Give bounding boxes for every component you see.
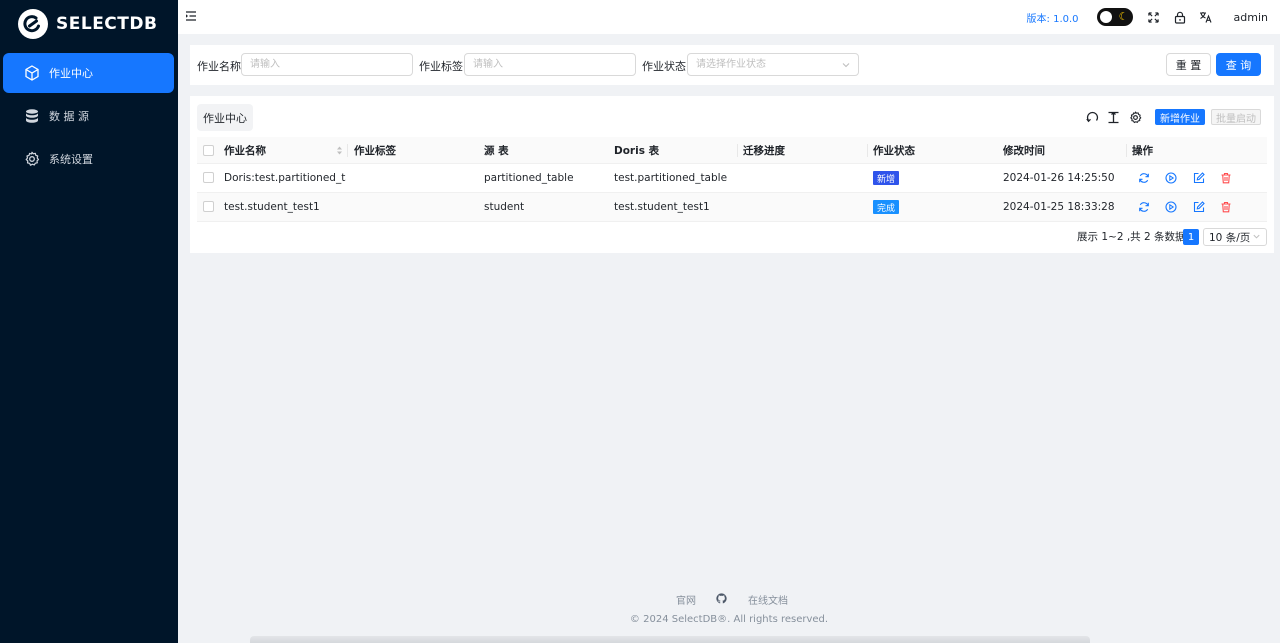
column-header-actions: 操作 <box>1132 144 1153 157</box>
job-tag-label: 作业标签 <box>419 60 463 73</box>
row-status: 完成 <box>873 193 900 221</box>
delete-icon[interactable] <box>1220 172 1232 184</box>
batch-start-button[interactable]: 批量启动 <box>1211 109 1261 125</box>
column-divider <box>347 144 348 157</box>
row-status: 新增 <box>873 164 900 192</box>
brand-logo[interactable]: SELECTDB <box>0 0 178 48</box>
select-all-checkbox[interactable] <box>203 145 214 156</box>
page-size-value: 10 条/页 <box>1209 231 1251 244</box>
database-icon <box>23 107 41 125</box>
edit-icon[interactable] <box>1193 201 1205 213</box>
menu-fold-icon[interactable] <box>185 10 199 24</box>
moon-icon: ☾ <box>1118 10 1129 23</box>
row-modified-time: 2024-01-25 18:33:28 <box>1003 201 1115 213</box>
sidebar-item-job-center[interactable]: 作业中心 <box>3 53 174 93</box>
query-button[interactable]: 查 询 <box>1216 53 1261 76</box>
sort-icon[interactable] <box>336 145 343 159</box>
sidebar: SELECTDB 作业中心 数 据 源 系统设置 <box>0 0 178 643</box>
bottom-edge-shadow <box>250 636 1090 643</box>
column-header-status: 作业状态 <box>873 144 915 157</box>
job-name-label: 作业名称 <box>197 60 241 73</box>
sidebar-item-label: 系统设置 <box>49 153 93 166</box>
column-header-doris: Doris 表 <box>614 144 660 157</box>
row-source-table: partitioned_table <box>484 172 574 184</box>
lock-icon[interactable] <box>1172 9 1188 25</box>
column-header-progress: 迁移进度 <box>743 144 785 157</box>
top-header: 版本: 1.0.0 ☾ admin <box>178 0 1280 34</box>
job-status-select[interactable]: 请选择作业状态 <box>687 53 859 76</box>
row-checkbox[interactable] <box>203 172 214 183</box>
github-icon[interactable] <box>716 593 727 607</box>
sidebar-item-label: 作业中心 <box>49 67 93 80</box>
cube-icon <box>23 64 41 82</box>
sidebar-item-label: 数 据 源 <box>49 110 89 123</box>
selectdb-logo-icon <box>18 9 48 39</box>
footer-link-official[interactable]: 官网 <box>676 592 696 607</box>
page-size-select[interactable]: 10 条/页 <box>1203 228 1267 246</box>
play-icon[interactable] <box>1165 201 1177 213</box>
table-header: 作业名称 作业标签 源 表 Doris 表 迁移进度 作业状态 修改时间 操作 <box>197 137 1267 164</box>
table-row[interactable]: test.student_test1 student test.student_… <box>197 193 1267 222</box>
column-height-icon[interactable] <box>1106 110 1120 124</box>
column-divider <box>737 144 738 157</box>
reset-button[interactable]: 重 置 <box>1166 53 1211 76</box>
edit-icon[interactable] <box>1193 172 1205 184</box>
copyright-text: © 2024 SelectDB®. All rights reserved. <box>629 614 829 625</box>
column-header-name: 作业名称 <box>224 144 266 157</box>
row-doris-table: test.partitioned_table <box>614 172 728 184</box>
toggle-knob <box>1099 11 1112 23</box>
job-list-card: 作业中心 新增作业 批量启动 作业名称 作业标签 源 表 Doris 表 迁移进… <box>190 96 1274 253</box>
pagination-summary: 展示 1~2 ,共 2 条数据 <box>1077 231 1186 243</box>
column-divider <box>867 144 868 157</box>
sidebar-item-datasource[interactable]: 数 据 源 <box>3 96 174 136</box>
row-modified-time: 2024-01-26 14:25:50 <box>1003 172 1115 184</box>
new-job-button[interactable]: 新增作业 <box>1155 109 1205 125</box>
user-name[interactable]: admin <box>1234 11 1268 24</box>
row-job-name: test.student_test1 <box>224 201 320 213</box>
job-tag-input[interactable] <box>464 53 636 76</box>
row-checkbox[interactable] <box>203 201 214 212</box>
play-icon[interactable] <box>1165 172 1177 184</box>
brand-name: SELECTDB <box>56 14 158 34</box>
translate-icon[interactable] <box>1198 9 1214 25</box>
chevron-down-icon <box>1252 232 1261 244</box>
row-job-name: Doris:test.partitioned_ta... <box>224 172 346 184</box>
table-row[interactable]: Doris:test.partitioned_ta... partitioned… <box>197 164 1267 193</box>
status-badge: 完成 <box>873 200 900 214</box>
sidebar-nav: 作业中心 数 据 源 系统设置 <box>0 53 178 179</box>
chevron-down-icon <box>841 57 851 78</box>
refresh-icon[interactable] <box>1085 110 1099 124</box>
theme-toggle[interactable]: ☾ <box>1096 8 1133 26</box>
sync-icon[interactable] <box>1138 172 1150 184</box>
job-name-input[interactable] <box>241 53 413 76</box>
column-divider <box>1126 144 1127 157</box>
header-actions: 版本: 1.0.0 ☾ admin <box>1027 0 1280 34</box>
sync-icon[interactable] <box>1138 201 1150 213</box>
job-status-label: 作业状态 <box>642 60 686 73</box>
footer-link-docs[interactable]: 在线文档 <box>748 592 788 607</box>
status-badge: 新增 <box>873 171 900 185</box>
fullscreen-icon[interactable] <box>1146 9 1162 25</box>
footer-links: 官网 在线文档 <box>178 592 1280 608</box>
search-filter-bar: 作业名称 作业标签 作业状态 请选择作业状态 重 置 查 询 <box>190 45 1274 85</box>
column-header-modified: 修改时间 <box>1003 144 1045 157</box>
column-header-tag: 作业标签 <box>354 144 396 157</box>
sidebar-item-settings[interactable]: 系统设置 <box>3 139 174 179</box>
version-label: 版本: 1.0.0 <box>1026 13 1079 25</box>
delete-icon[interactable] <box>1220 201 1232 213</box>
page-1-button[interactable]: 1 <box>1183 229 1199 245</box>
row-doris-table: test.student_test1 <box>614 201 710 213</box>
row-source-table: student <box>484 201 525 213</box>
column-header-source: 源 表 <box>484 144 509 157</box>
job-status-placeholder: 请选择作业状态 <box>696 59 766 70</box>
settings-icon[interactable] <box>1128 110 1142 124</box>
tab-job-center[interactable]: 作业中心 <box>197 104 253 131</box>
gear-icon <box>23 150 41 168</box>
